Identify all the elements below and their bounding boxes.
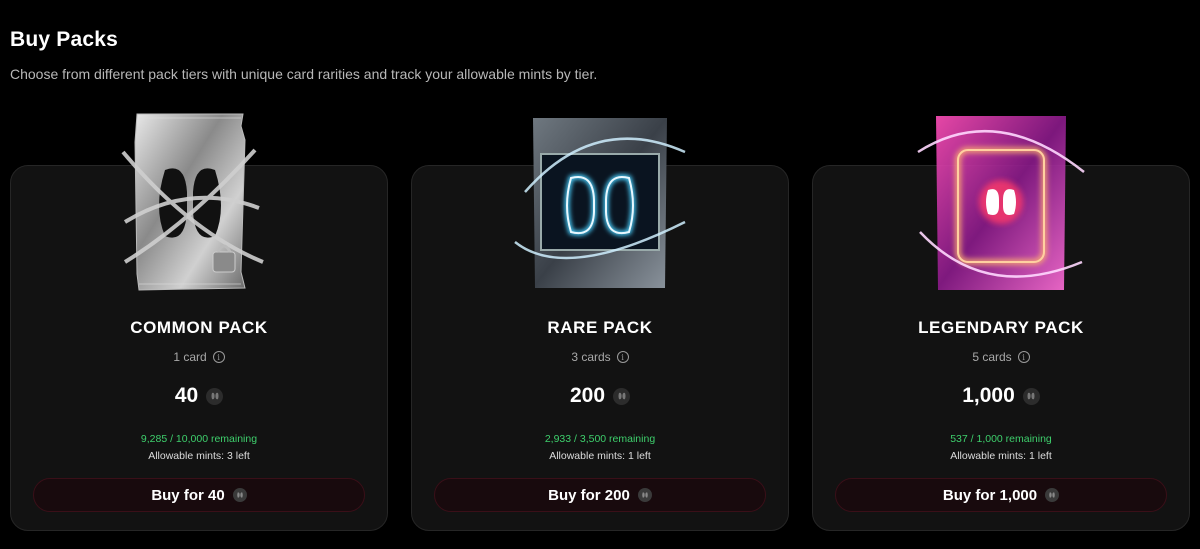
token-coin-icon (613, 387, 631, 405)
info-icon[interactable]: i (616, 351, 629, 363)
pack-price: 1,000 (962, 384, 1015, 407)
buy-legendary-pack-button[interactable]: Buy for 1,000 (835, 478, 1167, 512)
buy-button-label: Buy for 40 (151, 486, 225, 504)
buy-common-pack-button[interactable]: Buy for 40 (33, 478, 365, 512)
token-coin-icon (232, 488, 247, 502)
page-title: Buy Packs (10, 28, 119, 51)
remaining-count: 9,285 / 10,000 remaining (140, 433, 258, 445)
token-coin-icon (1045, 488, 1060, 502)
remaining-count: 537 / 1,000 remaining (950, 433, 1052, 445)
pack-name: COMMON PACK (130, 318, 268, 337)
allowable-mints: Allowable mints: 1 left (950, 450, 1052, 462)
buy-rare-pack-button[interactable]: Buy for 200 (434, 478, 766, 512)
buy-button-label: Buy for 1,000 (942, 486, 1038, 504)
info-icon[interactable]: i (1017, 351, 1030, 363)
card-count-label: 3 cards (571, 350, 611, 364)
token-coin-icon (206, 387, 224, 405)
pack-name: LEGENDARY PACK (918, 318, 1084, 337)
card-count-label: 5 cards (972, 350, 1012, 364)
card-count: 5 cards i (813, 350, 1189, 364)
price-row: 40 (11, 384, 387, 408)
allowable-mints: Allowable mints: 3 left (148, 450, 250, 462)
card-count: 1 card i (11, 350, 387, 364)
card-count: 3 cards i (412, 350, 788, 364)
pack-name: RARE PACK (547, 318, 653, 337)
pack-price: 40 (174, 384, 199, 407)
info-icon[interactable]: i (212, 351, 225, 363)
pack-price: 200 (569, 384, 606, 407)
token-coin-icon (1022, 387, 1040, 405)
card-count-label: 1 card (173, 350, 207, 364)
page-subtitle: Choose from different pack tiers with un… (10, 66, 598, 82)
price-row: 200 (412, 384, 788, 408)
price-row: 1,000 (813, 384, 1189, 408)
neon-blue-pack-image (505, 112, 695, 294)
token-coin-icon (637, 488, 652, 502)
chained-silver-pack-image (95, 112, 285, 294)
allowable-mints: Allowable mints: 1 left (549, 450, 651, 462)
remaining-count: 2,933 / 3,500 remaining (544, 433, 656, 445)
neon-pink-pack-image (906, 112, 1096, 294)
buy-button-label: Buy for 200 (548, 486, 630, 504)
